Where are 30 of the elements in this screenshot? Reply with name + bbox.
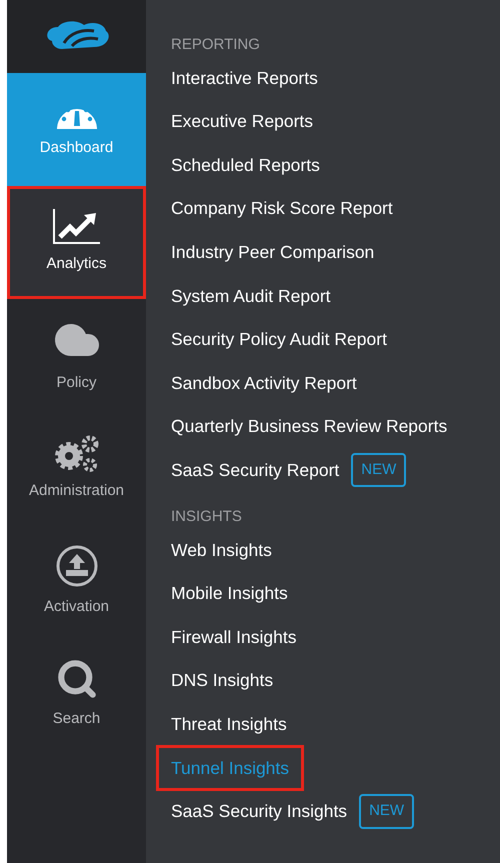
section-heading: REPORTING <box>171 35 260 55</box>
menu-link[interactable]: SaaS Security Insights <box>171 798 348 824</box>
new-badge: NEW <box>359 794 414 829</box>
line-chart-icon <box>52 209 102 246</box>
menu-link[interactable]: Interactive Reports <box>171 64 318 91</box>
menu-link[interactable]: Quarterly Business Review Reports <box>171 413 448 440</box>
nav-item[interactable]: Analytics <box>7 186 146 299</box>
menu-link[interactable]: DNS Insights <box>171 667 274 694</box>
menu-link[interactable]: Threat Insights <box>171 710 287 738</box>
nav-item[interactable]: Policy <box>7 299 146 412</box>
new-badge: NEW <box>351 452 406 488</box>
nav-item[interactable]: Administration <box>7 412 146 525</box>
menu-link[interactable]: Web Insights <box>171 536 272 563</box>
menu-link[interactable]: System Audit Report <box>171 282 331 309</box>
gears-icon <box>52 434 100 472</box>
menu-link[interactable]: Security Policy Audit Report <box>171 326 387 352</box>
menu-link[interactable]: Sandbox Activity Report <box>171 370 357 396</box>
menu-link[interactable]: Tunnel Insights <box>156 744 304 791</box>
menu-link[interactable]: Executive Reports <box>171 108 314 135</box>
menu-link[interactable]: Mobile Insights <box>171 580 288 606</box>
search-icon <box>56 658 98 700</box>
section-heading: INSIGHTS <box>171 506 242 527</box>
menu-link[interactable]: Industry Peer Comparison <box>171 239 374 266</box>
menu-link[interactable]: Firewall Insights <box>171 624 296 650</box>
menu-link[interactable]: Company Risk Score Report <box>171 195 393 222</box>
menu-link[interactable]: Scheduled Reports <box>171 152 320 178</box>
nav-item[interactable]: Activation <box>7 525 146 638</box>
upload-icon <box>54 544 98 588</box>
menu-link[interactable]: SaaS Security Report <box>171 457 340 484</box>
nav-item[interactable]: Search <box>7 638 146 751</box>
